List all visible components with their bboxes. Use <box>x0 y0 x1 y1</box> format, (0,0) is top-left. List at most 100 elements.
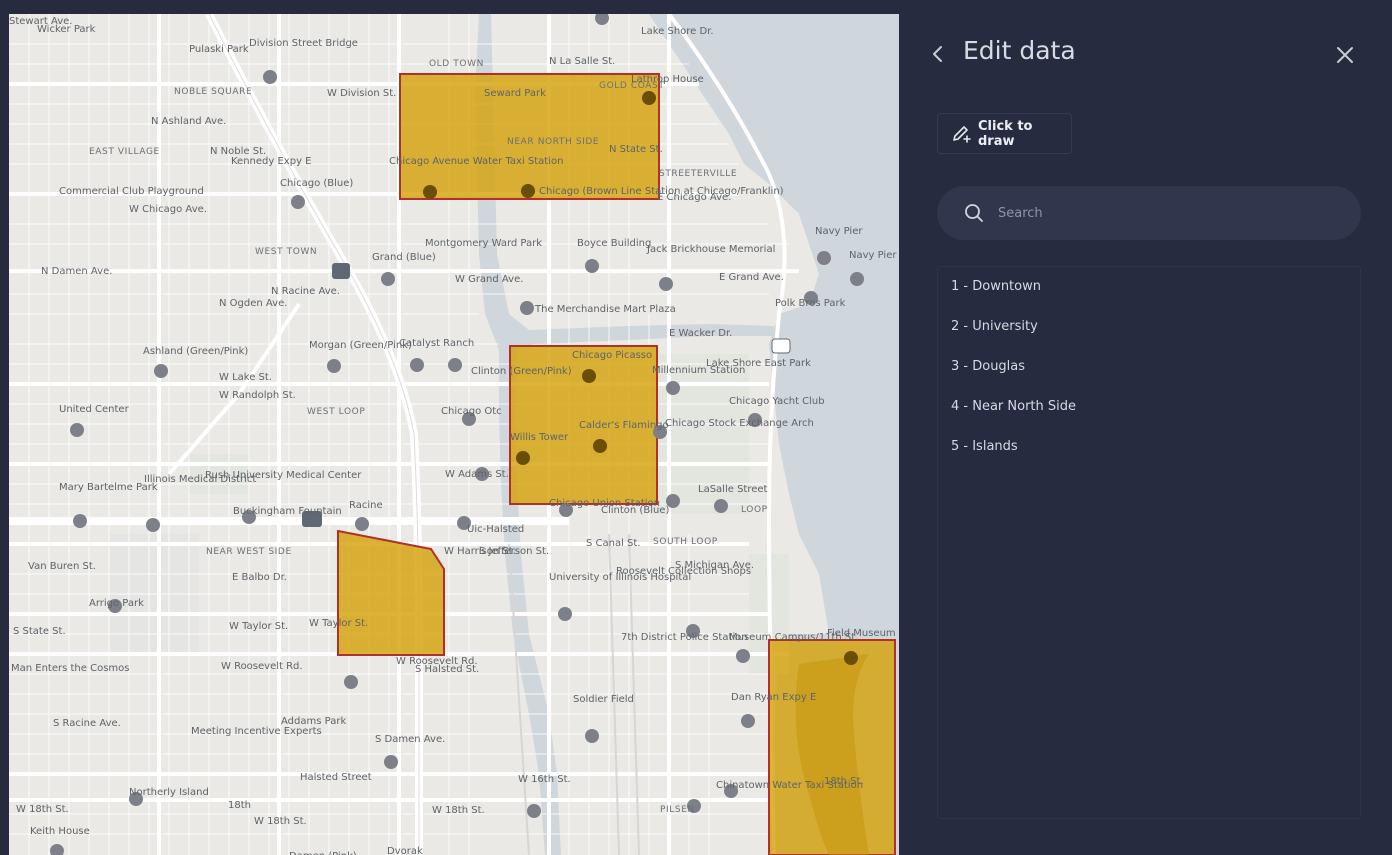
map-label: Willis Tower <box>510 432 569 443</box>
map-label: Ashland (Green/Pink) <box>143 346 248 357</box>
map-label: Calder's Flamingo <box>579 420 669 431</box>
poi-marker-icon <box>585 259 599 273</box>
map-label: Damen (Pink) <box>289 851 357 855</box>
list-item-douglas[interactable]: 3 - Douglas <box>951 359 1025 374</box>
map-label: Chicago Stock Exchange Arch <box>665 418 814 429</box>
map-label: W Chicago Ave. <box>129 204 207 215</box>
map-label: LOOP <box>741 505 768 515</box>
poi-marker-icon <box>448 358 462 372</box>
poi-marker-icon <box>70 423 84 437</box>
map-label: Dvorak <box>387 846 423 855</box>
map-label: W Roosevelt Rd. <box>221 661 303 672</box>
map-label: LaSalle Street <box>698 484 768 495</box>
map-label: Arrigo Park <box>89 598 144 609</box>
poi-marker-icon <box>384 755 398 769</box>
i94-shield-icon <box>332 263 350 279</box>
poi-marker-icon <box>73 514 87 528</box>
map-label: W 18th St. <box>254 816 307 827</box>
map-label: Lake Shore Dr. <box>641 26 714 37</box>
map-label: Man Enters the Cosmos <box>11 663 129 674</box>
poi-marker-icon <box>714 499 728 513</box>
map-label: N Damen Ave. <box>41 266 112 277</box>
poi-marker-icon <box>585 729 599 743</box>
poi-marker-icon <box>520 301 534 315</box>
map-label: Commercial Club Playground <box>59 186 204 197</box>
poi-marker-icon <box>410 358 424 372</box>
list-item-university[interactable]: 2 - University <box>951 319 1038 334</box>
click-to-draw-label: Click to draw <box>978 118 1033 149</box>
map-label: W Randolph St. <box>219 390 296 401</box>
region-list: 1 - Downtown 2 - University 3 - Douglas … <box>937 266 1361 819</box>
map-view[interactable]: Wicker Park Pulaski Park Division Street B… <box>9 14 899 855</box>
map-label: Van Buren St. <box>28 561 96 572</box>
panel-title: Edit data <box>963 36 1076 65</box>
edit-data-panel: Edit data Click to draw Search 1 - Downt… <box>899 0 1392 855</box>
poi-marker-icon <box>344 675 358 689</box>
chevron-left-icon <box>933 46 942 62</box>
map-label: W Taylor St. <box>309 618 368 629</box>
map-label: N Ogden Ave. <box>219 298 287 309</box>
poi-marker-icon <box>741 714 755 728</box>
map-label: Pulaski Park <box>189 44 249 55</box>
draw-pencil-icon <box>952 125 972 143</box>
map-label: Roosevelt Collection Shops <box>616 566 751 577</box>
map-label: Seward Park <box>484 88 546 99</box>
map-label: SOUTH LOOP <box>653 537 718 547</box>
map-label: Morgan (Green/Pink) <box>309 340 412 351</box>
close-button[interactable] <box>1333 43 1357 67</box>
poi-marker-icon <box>355 517 369 531</box>
map-label: The Merchandise Mart Plaza <box>534 304 676 315</box>
map-label: Clinton (Green/Pink) <box>471 366 572 377</box>
map-label: Navy Pier <box>849 250 897 261</box>
poi-marker-icon <box>844 651 858 665</box>
search-box[interactable] <box>937 186 1361 240</box>
poi-marker-icon <box>521 184 535 198</box>
map-label: United Center <box>59 404 130 415</box>
list-item-islands[interactable]: 5 - Islands <box>951 439 1018 454</box>
list-item-near-north-side[interactable]: 4 - Near North Side <box>951 399 1076 414</box>
map-label: N La Salle St. <box>549 56 615 67</box>
map-label: Kennedy Expy E <box>231 156 311 167</box>
close-icon <box>1337 47 1353 63</box>
map-label: Mary Bartelme Park <box>59 482 158 493</box>
polygon-university <box>337 529 445 656</box>
poi-marker-icon <box>642 91 656 105</box>
map-label: N Racine Ave. <box>271 286 340 297</box>
poi-marker-icon <box>381 272 395 286</box>
map-label: NEAR NORTH SIDE <box>507 137 599 147</box>
map-label: S State St. <box>13 626 66 637</box>
poi-marker-icon <box>666 381 680 395</box>
map-label: Jack Brickhouse Memorial <box>646 244 775 255</box>
search-input[interactable] <box>996 204 1340 222</box>
map-label: W Lake St. <box>219 372 272 383</box>
poi-marker-icon <box>593 439 607 453</box>
map-label: Chicago Yacht Club <box>729 396 825 407</box>
poi-marker-icon <box>154 364 168 378</box>
poi-marker-icon <box>263 70 277 84</box>
map-label: Chicago (Blue) <box>280 178 353 189</box>
map-label: N State St. <box>609 144 663 155</box>
map-label: Catalyst Ranch <box>399 338 474 349</box>
poi-marker-icon <box>817 251 831 265</box>
map-label: W Grand Ave. <box>455 274 523 285</box>
top-bar <box>0 0 899 14</box>
poi-marker-icon <box>146 518 160 532</box>
map-label: Meeting Incentive Experts <box>191 726 322 737</box>
poi-marker-icon <box>516 451 530 465</box>
map-label: PILSEN <box>660 805 695 815</box>
map-label: S Halsted St. <box>415 664 479 675</box>
map-label: Northerly Island <box>129 787 209 798</box>
map-canvas[interactable]: Wicker ParkPulaski ParkDivision Street B… <box>9 14 899 855</box>
back-button[interactable] <box>927 41 949 67</box>
map-label: Boyce Building <box>577 238 651 249</box>
map-label: Soldier Field <box>573 694 634 705</box>
map-label: OLD TOWN <box>429 59 484 69</box>
map-label: W Taylor St. <box>229 621 288 632</box>
map-label: E Grand Ave. <box>719 272 784 283</box>
list-item-downtown[interactable]: 1 - Downtown <box>951 279 1041 294</box>
map-label: Rush University Medical Center <box>205 470 362 481</box>
poi-marker-icon <box>582 369 596 383</box>
click-to-draw-button[interactable]: Click to draw <box>937 113 1072 154</box>
map-label: Chicago Avenue Water Taxi Station <box>389 156 563 167</box>
poi-marker-icon <box>659 277 673 291</box>
